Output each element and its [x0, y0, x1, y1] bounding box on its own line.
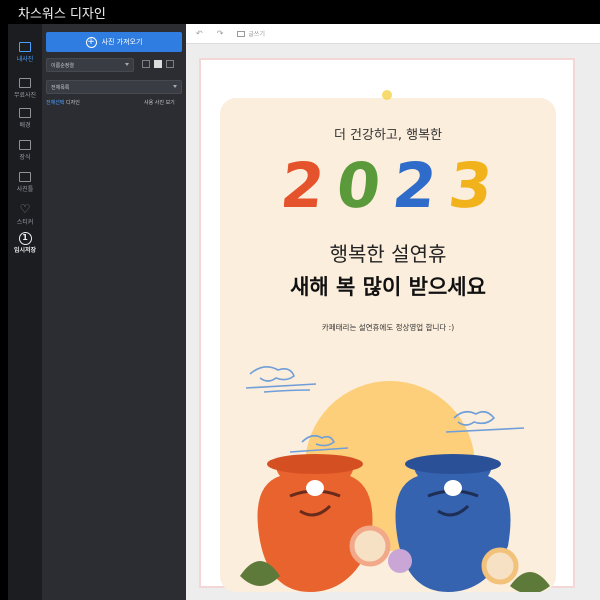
text-tool-label: 글쓰기	[248, 31, 265, 38]
select-all[interactable]: 전체선택 디자인	[46, 99, 80, 106]
text-box-icon	[237, 30, 246, 37]
title-bar: 차스워스 디자인	[0, 0, 600, 24]
cursor-highlight	[382, 90, 392, 100]
rail-item-label: 장식	[19, 154, 31, 161]
import-photo-button[interactable]: + 사진 가져오기	[46, 32, 182, 52]
year-graphic: 2 0 2 3	[284, 153, 494, 213]
editor-app: 내사진 무료사진 배경 장식 사진틀 ♡ 스티커 1 임시저장 + 사진 가져오…	[8, 24, 600, 600]
import-photo-label: 사진 가져오기	[101, 38, 143, 46]
rail-item-label: 스티커	[16, 219, 34, 226]
flower-shape	[388, 549, 412, 573]
rail-item-decoration[interactable]: 장식	[8, 136, 42, 168]
orange-pouch-rim	[267, 454, 363, 474]
year-digit: 3	[445, 153, 494, 213]
select-all-link[interactable]: 전체선택	[46, 100, 64, 106]
notice-text: 카페태리는 설연휴에도 정상영업 합니다 :)	[321, 323, 455, 332]
rail-item-label: 임시저장	[13, 247, 37, 254]
folder-select[interactable]: 전체목록	[46, 80, 182, 94]
left-rail: 내사진 무료사진 배경 장식 사진틀 ♡ 스티커 1 임시저장	[8, 24, 42, 600]
select-all-suffix: 디자인	[64, 100, 80, 106]
photo-icon	[19, 42, 31, 52]
year-digit: 2	[284, 153, 328, 213]
rail-item-label: 무료사진	[13, 92, 37, 99]
redo-icon[interactable]: ↷	[217, 29, 224, 38]
rail-item-free-photos[interactable]: 무료사진	[8, 74, 42, 106]
blue-pouch-rim	[405, 454, 501, 474]
headline-primary: 행복한 설연휴	[329, 242, 447, 266]
cloud-left	[245, 366, 317, 393]
chevron-down-icon	[173, 85, 177, 88]
sort-select-value: 이름순정렬	[51, 62, 75, 69]
frame-icon	[19, 172, 31, 182]
app-title: 차스워스 디자인	[18, 6, 106, 22]
folder-select-value: 전체목록	[51, 84, 70, 91]
rail-item-background[interactable]: 배경	[8, 104, 42, 136]
chevron-down-icon	[125, 63, 129, 66]
large-grid-icon[interactable]	[166, 60, 174, 68]
rabbit-icon	[306, 480, 324, 496]
rail-item-label: 배경	[19, 122, 31, 129]
year-digit: 0	[333, 153, 384, 213]
rail-item-label: 내사진	[16, 56, 34, 63]
photo-panel: + 사진 가져오기 이름순정렬 전체목록 전체선택 디자인 사용 사진 보기	[42, 24, 186, 600]
lucky-bag-illustration	[240, 366, 550, 592]
sort-select[interactable]: 이름순정렬	[46, 58, 134, 72]
greeting-card[interactable]: 더 건강하고, 행복한 2 0 2 3 행복한 설연휴 새해 복 많이 받으세요…	[220, 98, 556, 592]
flower-shape	[481, 547, 519, 585]
background-icon	[19, 108, 31, 118]
used-photos-link[interactable]: 사용 사진 보기	[144, 99, 175, 106]
rabbit-icon	[444, 480, 462, 496]
plus-icon: +	[85, 36, 97, 48]
rail-item-sticker[interactable]: ♡ 스티커	[8, 200, 42, 232]
scissors-icon	[19, 140, 31, 150]
canvas-toolbar: ↶ ↷ 글쓰기	[186, 24, 600, 44]
rail-item-label: 사진틀	[16, 186, 34, 193]
rail-item-temp-save[interactable]: 1 임시저장	[8, 232, 42, 264]
heart-icon: ♡	[19, 202, 31, 216]
year-digit: 2	[389, 153, 440, 213]
list-view-icon[interactable]	[142, 60, 150, 68]
rail-item-my-photos[interactable]: 내사진	[8, 38, 42, 70]
rail-item-frame[interactable]: 사진틀	[8, 168, 42, 200]
grid-view-icon[interactable]	[154, 60, 162, 68]
canvas-area: ↶ ↷ 글쓰기 더 건강하고, 행복한 2 0 2 3 행복한 설연휴 새해 복…	[186, 24, 600, 600]
undo-icon[interactable]: ↶	[196, 29, 203, 38]
flower-shape	[349, 525, 391, 567]
headline-secondary: 새해 복 많이 받으세요	[290, 275, 486, 299]
design-page[interactable]: 더 건강하고, 행복한 2 0 2 3 행복한 설연휴 새해 복 많이 받으세요…	[199, 58, 575, 592]
image-icon	[19, 78, 31, 88]
view-mode-toggle	[142, 60, 174, 68]
card-subtitle: 더 건강하고, 행복한	[333, 128, 443, 143]
temp-save-icon: 1	[18, 232, 32, 245]
text-tool-button[interactable]: 글쓰기	[237, 29, 265, 38]
